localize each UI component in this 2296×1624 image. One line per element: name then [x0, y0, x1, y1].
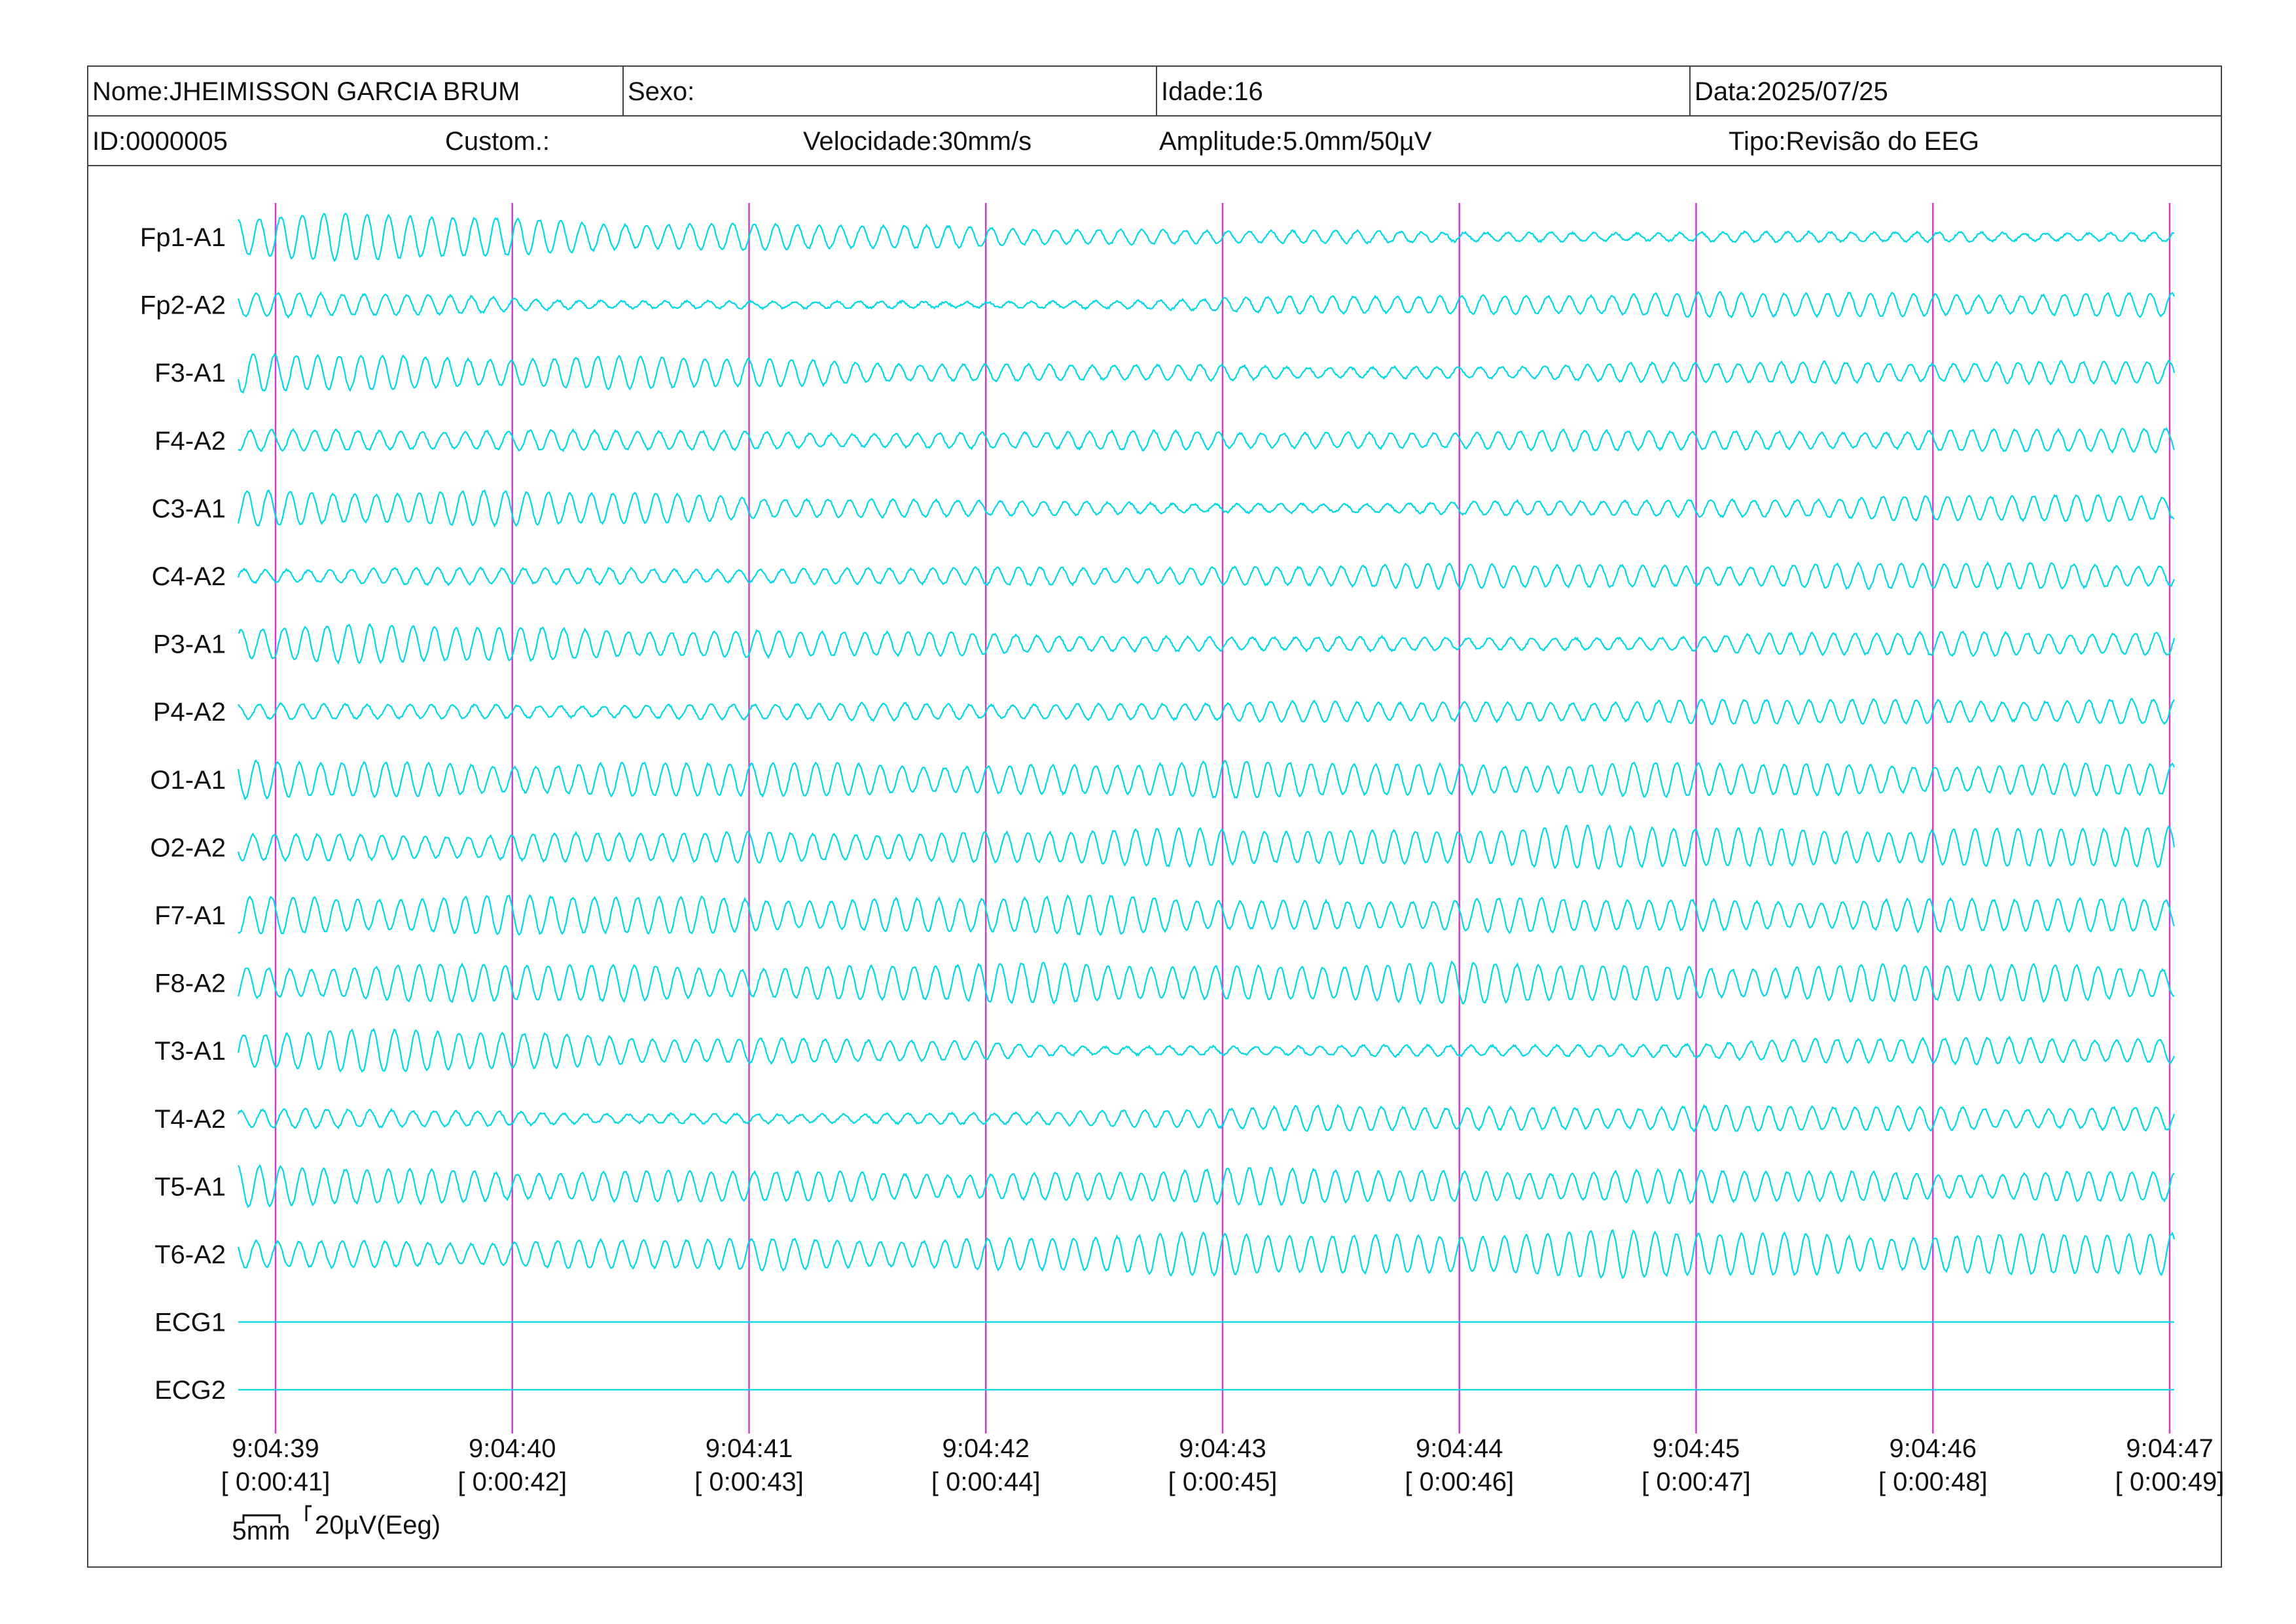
channel-label: T6-A2	[154, 1240, 226, 1269]
eeg-traces	[237, 213, 2176, 1391]
trace-p3-a1	[238, 623, 2176, 665]
trace-f3-a1	[237, 353, 2176, 394]
channel-label: ECG1	[154, 1308, 226, 1337]
trace-t5-a1	[238, 1164, 2175, 1208]
time-tick-elapsed: [ 0:00:47]	[1641, 1468, 1751, 1496]
trace-fp1-a1	[238, 213, 2175, 262]
channel-label: O2-A2	[150, 833, 226, 862]
trace-o1-a1	[237, 759, 2175, 801]
time-tick-clock: 9:04:39	[232, 1434, 319, 1463]
time-tick-clock: 9:04:43	[1179, 1434, 1266, 1463]
calibration-marker: 5mm 20µV(Eeg)	[232, 1505, 440, 1545]
time-tick-elapsed: [ 0:00:45]	[1168, 1468, 1278, 1496]
channel-label: T3-A1	[154, 1037, 226, 1066]
channel-label: F8-A2	[154, 969, 226, 998]
trace-fp2-a2	[237, 291, 2176, 319]
channel-label: ECG2	[154, 1376, 226, 1405]
time-tick-clock: 9:04:41	[706, 1434, 793, 1463]
channel-label: O1-A1	[150, 766, 226, 795]
eeg-trace-chart: Fp1-A1 Fp2-A2 F3-A1 F4-A2 C3-A1 C4-A2 P3-A1 P4-…	[140, 203, 2225, 1545]
time-tick-elapsed: [ 0:00:43]	[694, 1468, 804, 1496]
trace-o2-a2	[237, 824, 2176, 871]
channel-label: P4-A2	[153, 698, 226, 727]
time-tick-clock: 9:04:40	[469, 1434, 556, 1463]
time-tick-elapsed: [ 0:00:46]	[1405, 1468, 1514, 1496]
time-tick-elapsed: [ 0:00:48]	[1878, 1468, 1988, 1496]
trace-f4-a2	[238, 427, 2176, 454]
time-tick-elapsed: [ 0:00:49]	[2115, 1468, 2225, 1496]
time-tick-clock: 9:04:46	[1890, 1434, 1977, 1463]
channel-labels: Fp1-A1 Fp2-A2 F3-A1 F4-A2 C3-A1 C4-A2 P3-A1 P4-…	[140, 223, 226, 1405]
time-tick-elapsed: [ 0:00:41]	[221, 1468, 331, 1496]
time-tick-elapsed: [ 0:00:42]	[457, 1468, 567, 1496]
time-tick-clock: 9:04:45	[1653, 1434, 1740, 1463]
time-axis-labels: 9:04:39 [ 0:00:41] 9:04:40 [ 0:00:42] 9:04:4…	[221, 1434, 2225, 1496]
channel-label: Fp2-A2	[140, 291, 226, 320]
trace-t6-a2	[237, 1229, 2176, 1280]
channel-label: F3-A1	[154, 359, 226, 388]
time-tick-clock: 9:04:47	[2126, 1434, 2213, 1463]
time-tick-elapsed: [ 0:00:44]	[931, 1468, 1041, 1496]
amplitude-scale-bracket	[305, 1505, 312, 1521]
time-scale-label: 5mm	[232, 1517, 291, 1545]
trace-p4-a2	[238, 698, 2175, 725]
channel-label: C3-A1	[152, 494, 226, 523]
channel-label: T5-A1	[154, 1172, 226, 1201]
channel-label: Fp1-A1	[140, 223, 226, 252]
time-tick-clock: 9:04:44	[1416, 1434, 1503, 1463]
channel-label: P3-A1	[153, 630, 226, 659]
channel-label: T4-A2	[154, 1105, 226, 1134]
second-markers	[274, 203, 2171, 1434]
channel-label: C4-A2	[152, 562, 226, 591]
amplitude-scale-label: 20µV(Eeg)	[315, 1511, 440, 1540]
trace-t3-a1	[237, 1028, 2175, 1074]
trace-f8-a2	[237, 960, 2175, 1005]
channel-label: F4-A2	[154, 427, 226, 456]
time-tick-clock: 9:04:42	[942, 1434, 1030, 1463]
trace-t4-a2	[237, 1104, 2176, 1133]
trace-c4-a2	[237, 561, 2176, 591]
channel-label: F7-A1	[154, 901, 226, 930]
trace-f7-a1	[238, 893, 2176, 936]
trace-c3-a1	[237, 489, 2175, 528]
